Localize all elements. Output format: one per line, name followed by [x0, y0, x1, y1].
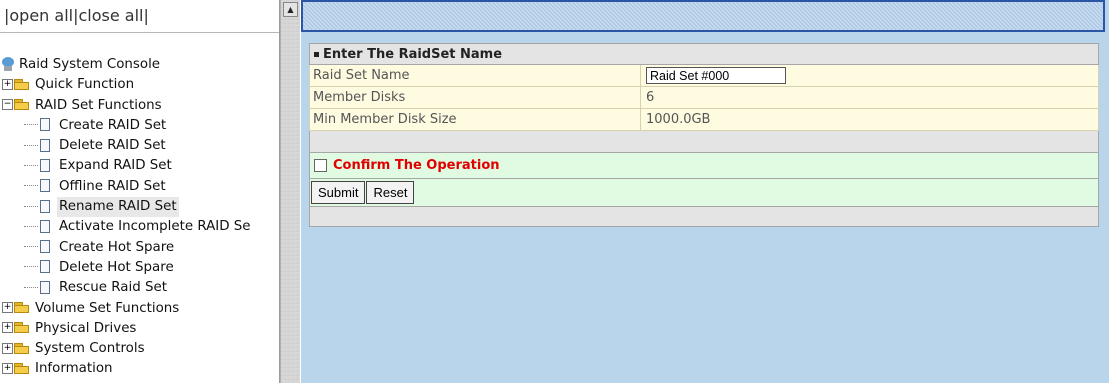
- tree-connector: [24, 246, 38, 248]
- document-icon: [40, 138, 50, 152]
- tree-connector: [24, 185, 38, 187]
- confirm-row: Confirm The Operation: [309, 153, 1099, 179]
- form-row-min-member-disk-size: Min Member Disk Size 1000.0GB: [309, 109, 1099, 131]
- document-icon: [40, 260, 50, 274]
- tree-item-system-controls[interactable]: + System Controls: [2, 339, 253, 359]
- folder-icon: [14, 302, 30, 314]
- form-divider: [309, 131, 1099, 153]
- tree-item-create-hot-spare[interactable]: Create Hot Spare: [2, 238, 253, 258]
- document-icon: [40, 280, 50, 294]
- close-all-link[interactable]: close all: [79, 6, 144, 25]
- document-icon: [40, 199, 50, 213]
- tree-root-label: Raid System Console: [19, 57, 161, 72]
- tree-item-label: Information: [35, 361, 113, 377]
- folder-icon: [14, 342, 30, 354]
- content-header-bar: [301, 0, 1105, 32]
- member-disks-value: 6: [646, 90, 655, 105]
- tree-item-label: Rescue Raid Set: [59, 280, 167, 296]
- tree-item-label: Create RAID Set: [59, 117, 167, 133]
- form-row-member-disks: Member Disks 6: [309, 87, 1099, 109]
- expand-icon[interactable]: +: [2, 362, 13, 374]
- document-icon: [40, 158, 50, 172]
- scroll-up-arrow-icon[interactable]: ▲: [283, 2, 298, 17]
- tree-item-label: RAID Set Functions: [35, 97, 162, 113]
- confirm-checkbox[interactable]: [314, 159, 327, 172]
- folder-icon: [14, 78, 30, 90]
- tree-item-delete-hot-spare[interactable]: Delete Hot Spare: [2, 258, 253, 278]
- nav-tree: Raid System Console + Quick Function − RAI…: [2, 55, 253, 380]
- tree-controls: |open all|close all|: [0, 0, 279, 33]
- folder-icon: [14, 362, 30, 374]
- tree-item-rescue-raid-set[interactable]: Rescue Raid Set: [2, 278, 253, 298]
- document-icon: [40, 240, 50, 254]
- document-icon: [40, 219, 50, 233]
- navigation-frame: |open all|close all| Raid System Console…: [0, 0, 280, 383]
- min-member-disk-size-label: Min Member Disk Size: [310, 109, 641, 130]
- form-buttons: Submit Reset: [309, 179, 1099, 207]
- expand-icon[interactable]: +: [2, 302, 13, 314]
- tree-item-label: System Controls: [35, 341, 145, 357]
- expand-icon[interactable]: +: [2, 342, 13, 354]
- tree-item-activate-incomplete-raid-set[interactable]: Activate Incomplete RAID Se: [2, 217, 253, 237]
- tree-item-physical-drives[interactable]: + Physical Drives: [2, 319, 253, 339]
- tree-item-label: Activate Incomplete RAID Se: [59, 219, 251, 235]
- tree-connector: [24, 286, 38, 288]
- tree-item-label: Quick Function: [35, 77, 135, 93]
- submit-button[interactable]: Submit: [311, 181, 366, 204]
- tree-item-label: Create Hot Spare: [59, 239, 175, 255]
- tree-item-label: Delete Hot Spare: [59, 259, 174, 275]
- tree-item-expand-raid-set[interactable]: Expand RAID Set: [2, 156, 253, 176]
- reset-button[interactable]: Reset: [366, 181, 415, 204]
- tree-item-label: Delete RAID Set: [59, 138, 166, 154]
- tree-item-label: Physical Drives: [35, 320, 137, 336]
- tree-connector: [24, 164, 38, 166]
- form-header: Enter The RaidSet Name: [309, 43, 1099, 65]
- tree-item-create-raid-set[interactable]: Create RAID Set: [2, 116, 253, 136]
- form-footer: [309, 207, 1099, 227]
- expand-icon[interactable]: +: [2, 78, 13, 90]
- tree-connector: [24, 225, 38, 227]
- min-member-disk-size-value: 1000.0GB: [646, 112, 711, 127]
- open-all-link[interactable]: open all: [9, 6, 73, 25]
- tree-item-delete-raid-set[interactable]: Delete RAID Set: [2, 136, 253, 156]
- tree-item-label: Offline RAID Set: [59, 178, 166, 194]
- content-frame: Enter The RaidSet Name Raid Set Name Mem…: [301, 0, 1109, 383]
- rename-raid-set-form: Enter The RaidSet Name Raid Set Name Mem…: [309, 43, 1099, 227]
- tree-connector: [24, 124, 38, 126]
- document-icon: [40, 118, 50, 132]
- nav-scrollbar[interactable]: ▲: [280, 0, 300, 383]
- form-row-raid-set-name: Raid Set Name: [309, 65, 1099, 87]
- console-icon: [2, 57, 14, 71]
- tree-item-label: Volume Set Functions: [35, 300, 180, 316]
- tree-connector: [24, 205, 38, 207]
- tree-item-offline-raid-set[interactable]: Offline RAID Set: [2, 177, 253, 197]
- document-icon: [40, 179, 50, 193]
- tree-item-label: Expand RAID Set: [59, 158, 172, 174]
- folder-icon: [14, 322, 30, 334]
- collapse-icon[interactable]: −: [2, 99, 13, 111]
- expand-icon[interactable]: +: [2, 322, 13, 334]
- form-title: Enter The RaidSet Name: [323, 47, 503, 62]
- raid-set-name-label: Raid Set Name: [310, 65, 641, 86]
- tree-root[interactable]: Raid System Console: [2, 55, 253, 75]
- tree-item-volume-set-functions[interactable]: + Volume Set Functions: [2, 299, 253, 319]
- confirm-label: Confirm The Operation: [333, 158, 500, 173]
- bullet-icon: [314, 52, 319, 57]
- tree-item-information[interactable]: + Information: [2, 359, 253, 379]
- folder-open-icon: [14, 99, 30, 111]
- tree-item-raid-set-functions[interactable]: − RAID Set Functions: [2, 96, 253, 116]
- tree-connector: [24, 144, 38, 146]
- raid-set-name-cell: [641, 65, 1098, 86]
- tree-item-label: Rename RAID Set: [57, 197, 179, 218]
- member-disks-label: Member Disks: [310, 87, 641, 108]
- tree-connector: [24, 266, 38, 268]
- raid-set-name-input[interactable]: [646, 67, 786, 84]
- tree-item-quick-function[interactable]: + Quick Function: [2, 75, 253, 95]
- tree-item-rename-raid-set[interactable]: Rename RAID Set: [2, 197, 253, 218]
